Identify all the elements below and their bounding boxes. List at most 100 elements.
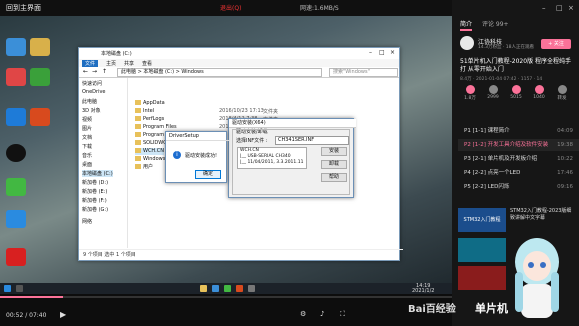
like-button[interactable]: 1.8万 [460, 85, 480, 101]
playback-time: 00:52 / 07:40 [6, 312, 47, 319]
file-name: Windows [143, 156, 166, 162]
nav-item[interactable]: 文档 [82, 134, 92, 141]
uninstall-button[interactable]: 卸载 [321, 160, 347, 169]
nav-item[interactable]: 网络 [82, 218, 92, 225]
app-taskbar-icon[interactable] [224, 285, 231, 292]
net-speed: 网速:1.6MB/S [300, 5, 339, 12]
tab-intro[interactable]: 简介 [460, 19, 473, 31]
tab-comments[interactable]: 评论 99+ [482, 19, 509, 28]
nav-item[interactable]: OneDrive [82, 89, 106, 95]
file-name: Program Files [143, 124, 177, 130]
nav-item[interactable]: 新加卷 (E:) [82, 188, 107, 195]
star-icon [534, 85, 544, 94]
up-arrow-icon[interactable]: ↑ [102, 68, 107, 75]
nav-item[interactable]: 桌面 [82, 161, 92, 168]
episode-item-active[interactable]: P2 [1-2] 开发工具介绍及软件安装 19:38 [458, 139, 579, 151]
nav-item[interactable]: 下载 [82, 143, 92, 150]
share-button[interactable]: 转发 [552, 85, 572, 101]
computer-desktop-icon[interactable] [6, 38, 26, 56]
back-arrow-icon[interactable]: ← [83, 68, 88, 75]
address-bar[interactable]: 此电脑 > 本地磁盘 (C:) > Windows [117, 68, 322, 77]
nav-item[interactable]: 新加卷 (D:) [82, 179, 108, 186]
folder-desktop-icon[interactable] [30, 38, 50, 56]
dislike-button[interactable]: 2999 [483, 85, 503, 100]
episode-item[interactable]: P5 [2-2] LED闪烁 09:16 [458, 181, 579, 193]
ribbon-tab-view[interactable]: 查看 [139, 60, 155, 67]
follow-button[interactable]: + 关注 [541, 39, 571, 49]
inf-file-select[interactable]: CH341SER.INF [275, 136, 349, 145]
fullscreen-icon[interactable]: ⛶ [340, 310, 345, 319]
recommended-thumbnail[interactable] [458, 266, 506, 290]
recommended-title[interactable]: STM32入门教程-2023版细致讲解中文字幕 [510, 208, 574, 222]
window-max-icon[interactable]: □ [556, 4, 563, 12]
recommended-thumbnail[interactable]: STM32入门教程 [458, 208, 506, 232]
nav-item[interactable]: 快速访问 [82, 80, 102, 87]
app-desktop-icon[interactable] [6, 68, 26, 86]
file-name: Intel [143, 108, 155, 114]
nav-item[interactable]: 音乐 [82, 152, 92, 159]
avatar[interactable] [460, 36, 474, 50]
maximize-icon[interactable]: □ [379, 49, 385, 56]
file-name: AppData [143, 100, 165, 106]
episode-item[interactable]: P1 [1-1] 课程简介 04:09 [458, 125, 579, 137]
coin-button[interactable]: 5015 [506, 85, 526, 100]
keil-desktop-icon[interactable] [30, 68, 50, 86]
app-taskbar-icon[interactable] [212, 285, 219, 292]
file-row[interactable]: AppData [135, 100, 165, 107]
nav-item[interactable]: 新加卷 (G:) [82, 206, 108, 213]
taskbar-clock: 14:19 2021/1/2 [412, 284, 434, 294]
file-row-selected[interactable]: WCH.CN [135, 148, 164, 155]
episode-item[interactable]: P3 [2-1] 单片机及开发板介绍 10:22 [458, 153, 579, 165]
back-to-main-button[interactable]: 回到主界面 [6, 3, 41, 13]
episode-item[interactable]: P4 [2-2] 点亮一个LED 17:46 [458, 167, 579, 179]
nav-item[interactable]: 图片 [82, 125, 92, 132]
nav-item-selected[interactable]: 本地磁盘 (C:) [82, 170, 113, 177]
close-icon[interactable]: × [390, 49, 395, 56]
ribbon-tab-file[interactable]: 文件 [82, 60, 99, 67]
nav-item[interactable]: 视频 [82, 116, 92, 123]
install-button[interactable]: 安装 [321, 147, 347, 156]
window-close-icon[interactable]: × [568, 4, 574, 12]
setup-title: 驱动安装(X64) [229, 119, 356, 128]
file-row[interactable]: PerfLogs [135, 116, 164, 123]
forward-arrow-icon[interactable]: → [92, 68, 97, 75]
ok-button[interactable]: 确定 [195, 170, 221, 179]
minimize-icon[interactable]: – [369, 49, 372, 56]
nav-item[interactable]: 此电脑 [82, 98, 97, 105]
ribbon-tab-share[interactable]: 共享 [121, 60, 137, 67]
navigation-pane: 快速访问 OneDrive 此电脑 3D 对象 视频 图片 文档 下载 音乐 桌… [79, 78, 128, 248]
progress-track[interactable] [0, 296, 452, 298]
search-input[interactable]: 搜索"Windows" [329, 68, 398, 77]
tool-desktop-icon[interactable] [30, 108, 50, 126]
qq-desktop-icon[interactable] [6, 144, 26, 162]
nav-item[interactable]: 3D 对象 [82, 107, 101, 114]
address-row: ← → ↑ 此电脑 > 本地磁盘 (C:) > Windows 搜索"Windo… [79, 67, 399, 78]
volume-icon[interactable]: ♪ [320, 310, 324, 318]
ribbon-tab-home[interactable]: 主页 [103, 60, 119, 67]
window-min-icon[interactable]: – [542, 4, 546, 12]
security-desktop-icon[interactable] [6, 108, 26, 126]
file-row[interactable]: Intel [135, 108, 154, 115]
progress-fill [0, 296, 63, 298]
file-row[interactable]: 用户 [135, 164, 153, 171]
driver-info-box: WCH.CN |__ USB-SERIAL CH340 |__ 11/04/20… [237, 147, 307, 169]
app-taskbar-icon[interactable] [236, 285, 243, 292]
play-icon[interactable]: ▶ [60, 310, 66, 319]
file-row[interactable]: Windows [135, 156, 165, 163]
app2-desktop-icon[interactable] [6, 178, 26, 196]
folder-icon [135, 108, 141, 113]
recommended-thumbnail[interactable] [458, 238, 506, 262]
settings-icon[interactable]: ⚙ [300, 310, 306, 318]
file-row[interactable]: Program Files [135, 124, 177, 131]
start-icon[interactable] [4, 285, 11, 292]
exit-notice: 退出(Q) [220, 5, 242, 12]
explorer-taskbar-icon[interactable] [200, 285, 207, 292]
app4-desktop-icon[interactable] [6, 248, 26, 266]
nav-item[interactable]: 新加卷 (F:) [82, 197, 107, 204]
app-taskbar-icon[interactable] [248, 285, 255, 292]
help-button[interactable]: 帮助 [321, 173, 347, 182]
favorite-button[interactable]: 1040 [529, 85, 549, 100]
search-icon[interactable] [16, 285, 23, 292]
app3-desktop-icon[interactable] [6, 210, 26, 228]
banner-text: 单片机 [475, 302, 508, 315]
